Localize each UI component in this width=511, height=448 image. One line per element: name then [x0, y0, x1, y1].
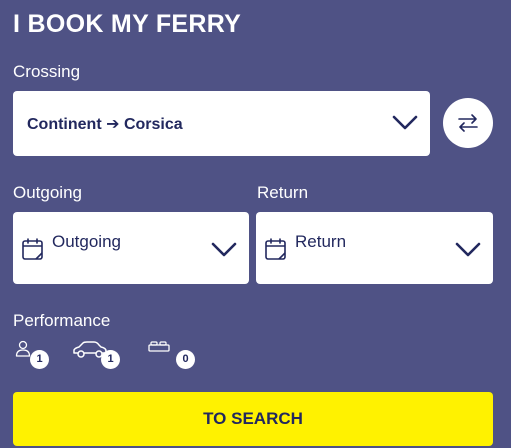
crossing-select[interactable]: Continent ➔ Corsica: [13, 91, 430, 156]
return-label: Return: [257, 183, 309, 202]
cabins-selector[interactable]: 0: [148, 340, 198, 370]
page-title: I BOOK MY FERRY: [13, 10, 242, 38]
calendar-icon: [265, 238, 286, 260]
swap-arrows-icon: [458, 114, 478, 132]
outgoing-placeholder: Outgoing: [52, 232, 121, 251]
outgoing-date-field[interactable]: Outgoing: [13, 212, 249, 284]
chevron-down-icon: [392, 115, 418, 130]
person-icon: [15, 340, 31, 357]
search-button[interactable]: TO SEARCH: [13, 392, 493, 446]
return-placeholder: Return: [295, 232, 347, 251]
vehicles-count-badge: 1: [101, 350, 120, 369]
passengers-count-badge: 1: [30, 350, 49, 369]
passengers-selector[interactable]: 1: [15, 340, 51, 370]
outgoing-label: Outgoing: [13, 183, 82, 202]
performance-label: Performance: [13, 311, 111, 330]
chevron-down-icon: [211, 242, 237, 257]
return-date-field[interactable]: Return: [256, 212, 493, 284]
crossing-label: Crossing: [13, 62, 81, 81]
vehicles-selector[interactable]: 1: [72, 340, 122, 370]
cabins-count-badge: 0: [176, 350, 195, 369]
crossing-value: Continent ➔ Corsica: [27, 116, 183, 133]
swap-button[interactable]: [443, 98, 493, 148]
bed-icon: [148, 341, 170, 352]
chevron-down-icon: [455, 242, 481, 257]
calendar-icon: [22, 238, 43, 260]
